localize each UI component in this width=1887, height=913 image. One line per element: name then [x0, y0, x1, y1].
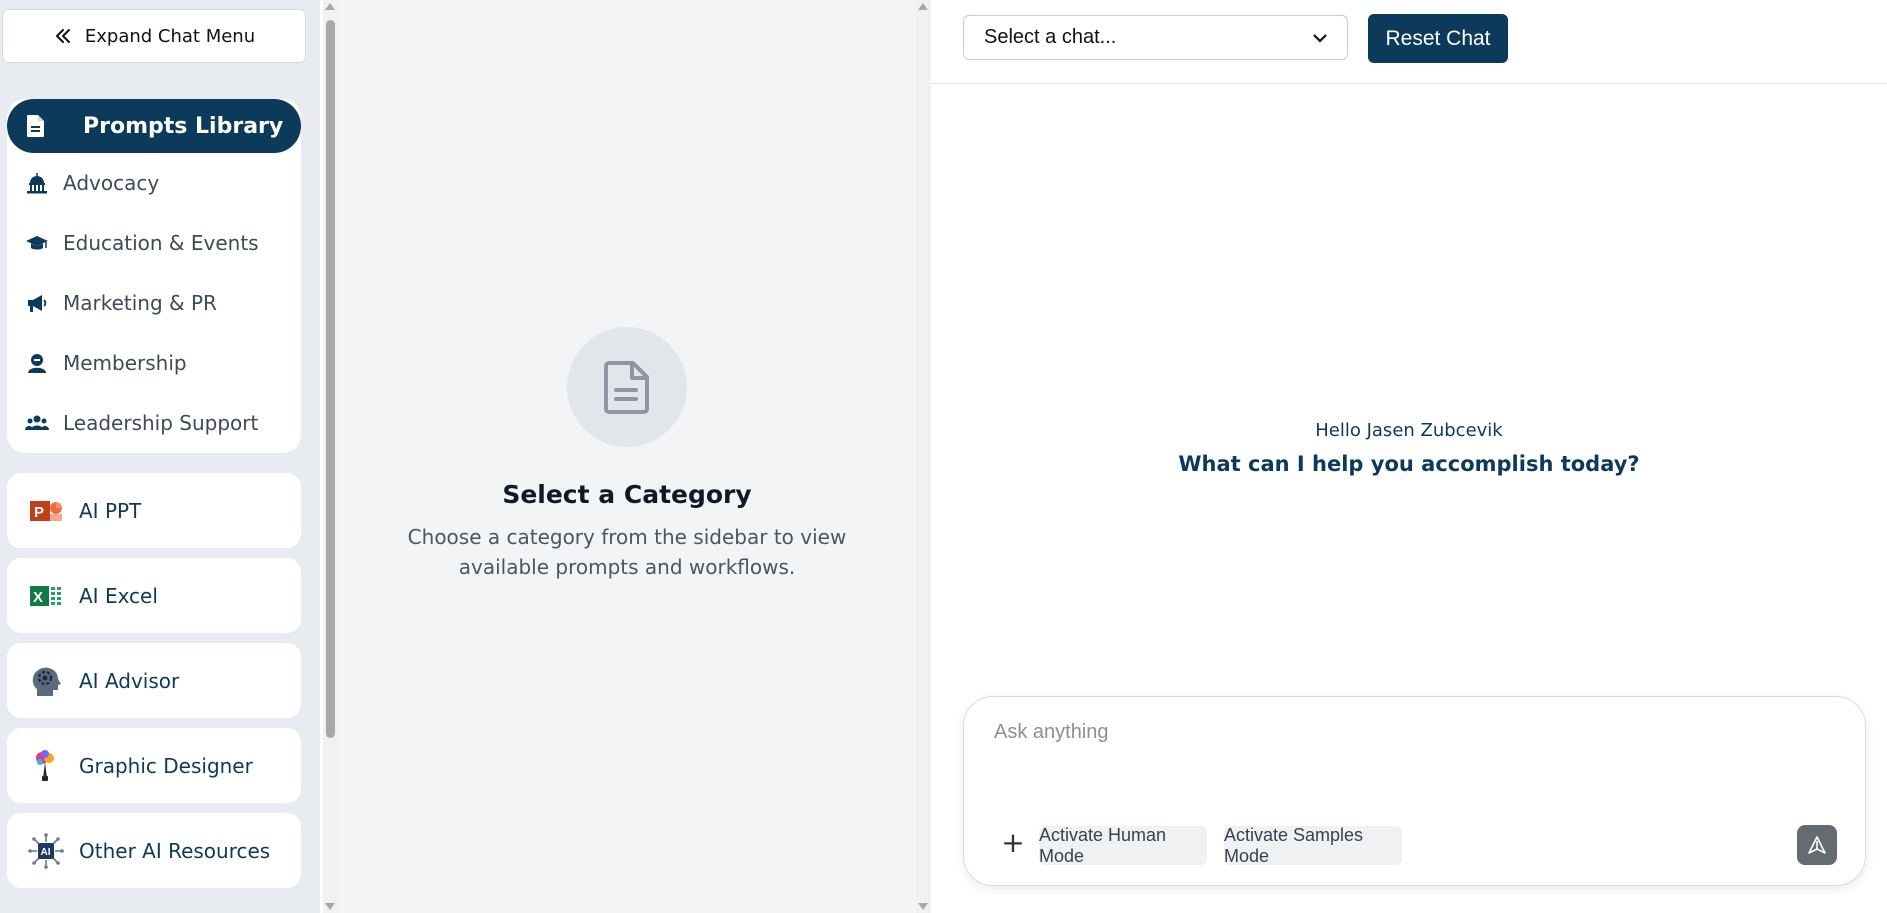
category-item-label: Membership: [63, 351, 187, 375]
category-item-marketing-pr[interactable]: Marketing & PR: [7, 273, 301, 333]
greeting-text: Hello Jasen Zubcevik: [1315, 420, 1503, 441]
sidebar-scrollbar-thumb[interactable]: [326, 20, 335, 738]
chat-header: Select a chat... Reset Chat: [931, 0, 1887, 84]
category-item-label: Leadership Support: [63, 411, 259, 435]
scroll-down-arrow-icon[interactable]: [918, 903, 928, 910]
document-icon: [604, 361, 649, 414]
category-item-label: Marketing & PR: [63, 291, 217, 315]
document-icon: [27, 115, 44, 137]
expand-chat-menu-button[interactable]: Expand Chat Menu: [2, 9, 306, 63]
select-category-description: Choose a category from the sidebar to vi…: [407, 525, 847, 579]
attach-plus-button[interactable]: +: [998, 826, 1028, 859]
send-icon: [1808, 836, 1826, 854]
user-badge-icon: [28, 354, 46, 373]
category-item-education-events[interactable]: Education & Events: [7, 213, 301, 273]
category-item-leadership-support[interactable]: Leadership Support: [7, 393, 301, 453]
double-chevron-left-icon: [55, 29, 70, 43]
excel-icon: X: [27, 577, 65, 615]
reset-chat-button[interactable]: Reset Chat: [1368, 14, 1508, 63]
capitol-icon: [27, 173, 47, 194]
paintbrush-icon: [27, 747, 65, 785]
powerpoint-icon: P: [27, 492, 65, 530]
scroll-up-arrow-icon[interactable]: [918, 3, 928, 10]
sidebar-scrollbar[interactable]: [323, 0, 338, 913]
users-icon: [25, 415, 49, 430]
chat-select-dropdown[interactable]: Select a chat...: [963, 15, 1348, 60]
scroll-down-arrow-icon[interactable]: [325, 903, 335, 910]
chevron-down-icon: [1313, 33, 1327, 43]
prompts-panel: Select a Category Choose a category from…: [338, 0, 916, 913]
chat-composer: Ask anything + Activate Human Mode Activ…: [963, 696, 1866, 886]
category-item-label: Advocacy: [63, 171, 160, 195]
activate-human-mode-button[interactable]: Activate Human Mode: [1039, 825, 1207, 866]
tool-card-other-ai-resources[interactable]: AI Other AI Resources: [7, 813, 301, 888]
category-placeholder-circle: [567, 327, 687, 447]
category-item-advocacy[interactable]: Advocacy: [7, 153, 301, 213]
tool-card-label: AI Advisor: [79, 668, 180, 693]
chat-panel: Select a chat... Reset Chat Hello Jasen …: [931, 0, 1887, 913]
megaphone-icon: [28, 295, 47, 312]
select-category-title: Select a Category: [502, 480, 752, 509]
tool-card-graphic-designer[interactable]: Graphic Designer: [7, 728, 301, 803]
tool-card-label: Other AI Resources: [79, 838, 271, 863]
tool-card-ai-ppt[interactable]: P AI PPT: [7, 473, 301, 548]
graduation-cap-icon: [26, 236, 48, 250]
tool-card-ai-excel[interactable]: X AI Excel: [7, 558, 301, 633]
prompts-library-card: Prompts Library Advocacy Education & Eve…: [7, 99, 301, 453]
tool-card-label: AI Excel: [79, 583, 158, 608]
svg-text:X: X: [33, 589, 43, 606]
tool-card-label: Graphic Designer: [79, 753, 253, 778]
brain-gear-icon: [27, 662, 65, 700]
tool-card-label: AI PPT: [79, 498, 142, 523]
category-item-membership[interactable]: Membership: [7, 333, 301, 393]
send-button[interactable]: [1797, 825, 1837, 865]
activate-samples-mode-button[interactable]: Activate Samples Mode: [1224, 825, 1402, 866]
prompts-library-header[interactable]: Prompts Library: [7, 99, 301, 153]
prompts-library-title: Prompts Library: [83, 113, 284, 139]
svg-text:AI: AI: [41, 847, 51, 858]
expand-chat-menu-label: Expand Chat Menu: [84, 25, 256, 47]
greeting-question: What can I help you accomplish today?: [1178, 452, 1640, 476]
sidebar: Expand Chat Menu Prompts Library Advocac…: [0, 0, 320, 913]
prompts-panel-scrollbar[interactable]: [916, 0, 931, 913]
chat-select-value: Select a chat...: [984, 26, 1117, 48]
scroll-up-arrow-icon[interactable]: [325, 3, 335, 10]
ask-anything-input[interactable]: Ask anything: [994, 721, 1109, 744]
ai-chip-icon: AI: [27, 832, 65, 870]
category-item-label: Education & Events: [63, 231, 259, 255]
svg-text:P: P: [34, 504, 44, 521]
tool-card-ai-advisor[interactable]: AI Advisor: [7, 643, 301, 718]
